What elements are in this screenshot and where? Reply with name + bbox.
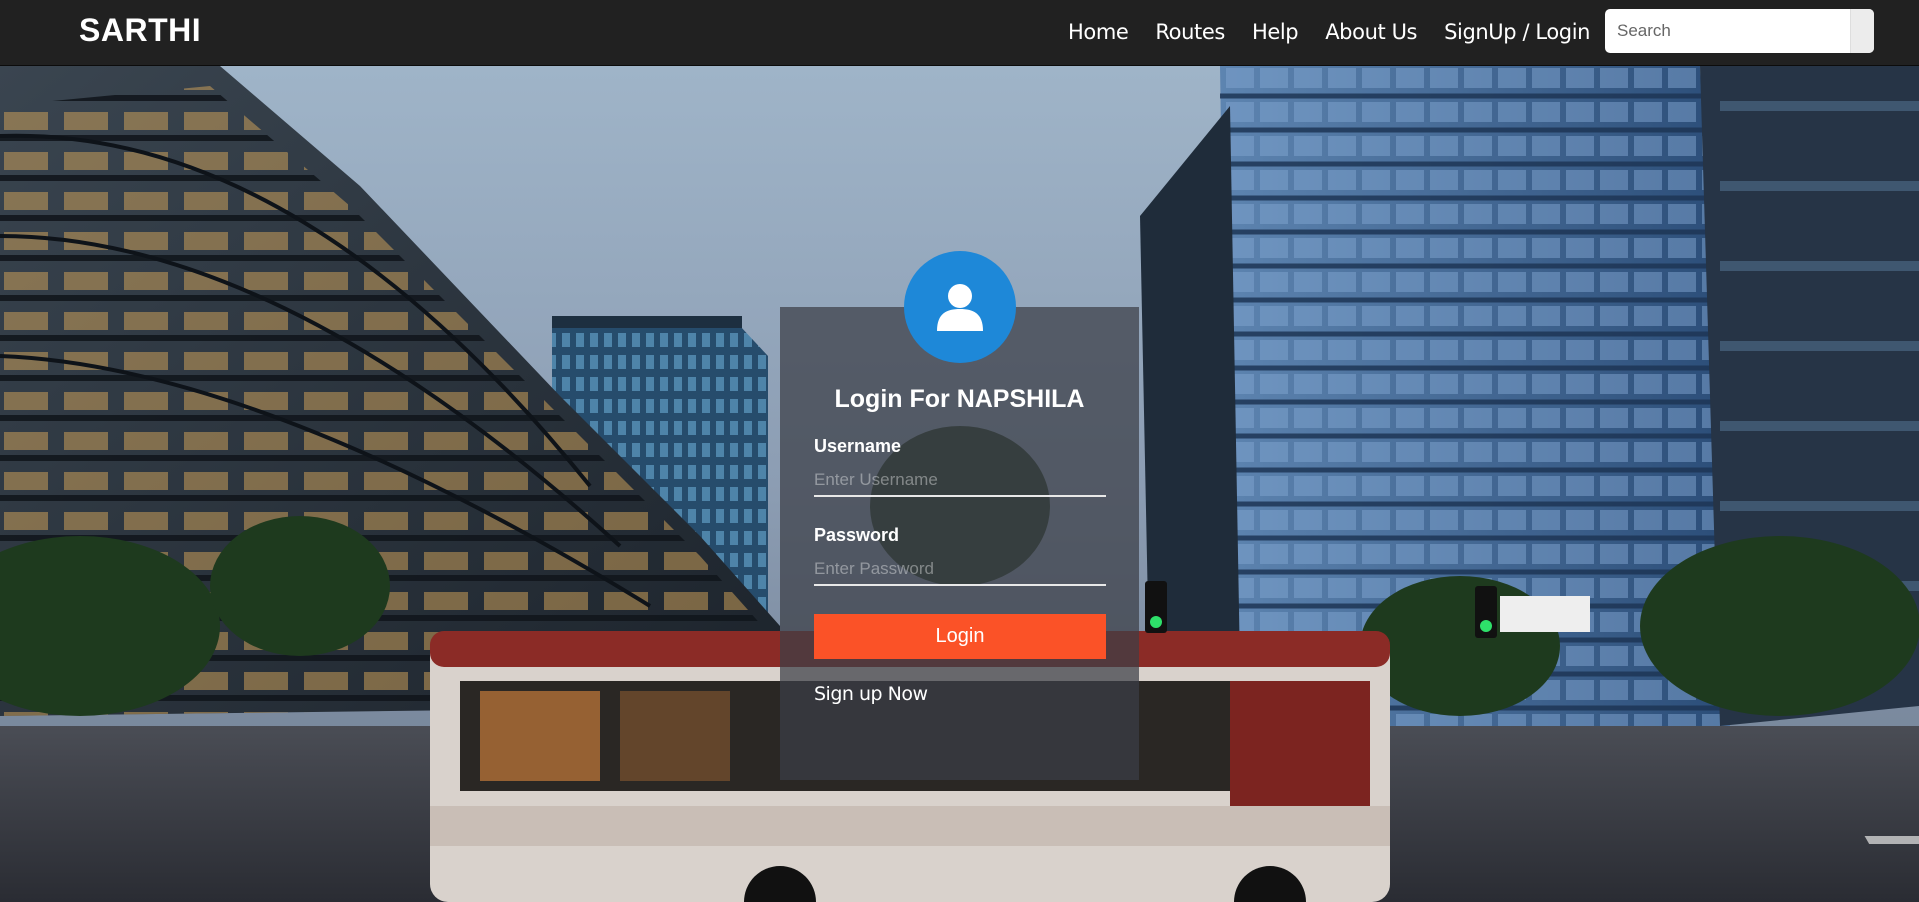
login-button[interactable]: Login xyxy=(814,614,1106,659)
login-title: Login For NAPSHILA xyxy=(834,385,1085,413)
password-label: Password xyxy=(814,525,900,545)
nav-links: Home Routes Help About Us SignUp / Login xyxy=(1068,20,1617,44)
navbar: SARTHI Home Routes Help About Us SignUp … xyxy=(0,0,1919,66)
brand-logo[interactable]: SARTHI xyxy=(79,12,201,49)
password-input[interactable] xyxy=(814,554,1106,586)
avatar xyxy=(904,251,1016,363)
signup-link[interactable]: Sign up Now xyxy=(814,683,928,705)
nav-link-signup-login[interactable]: SignUp / Login xyxy=(1444,20,1590,44)
username-label: Username xyxy=(814,436,902,456)
nav-link-home[interactable]: Home xyxy=(1068,20,1129,44)
nav-link-help[interactable]: Help xyxy=(1252,20,1299,44)
user-icon xyxy=(937,284,983,331)
username-input[interactable] xyxy=(814,465,1106,497)
nav-link-about-us[interactable]: About Us xyxy=(1325,20,1417,44)
search-box xyxy=(1605,9,1874,53)
nav-link-routes[interactable]: Routes xyxy=(1155,20,1225,44)
search-input[interactable] xyxy=(1605,9,1850,53)
search-button[interactable] xyxy=(1850,9,1874,53)
